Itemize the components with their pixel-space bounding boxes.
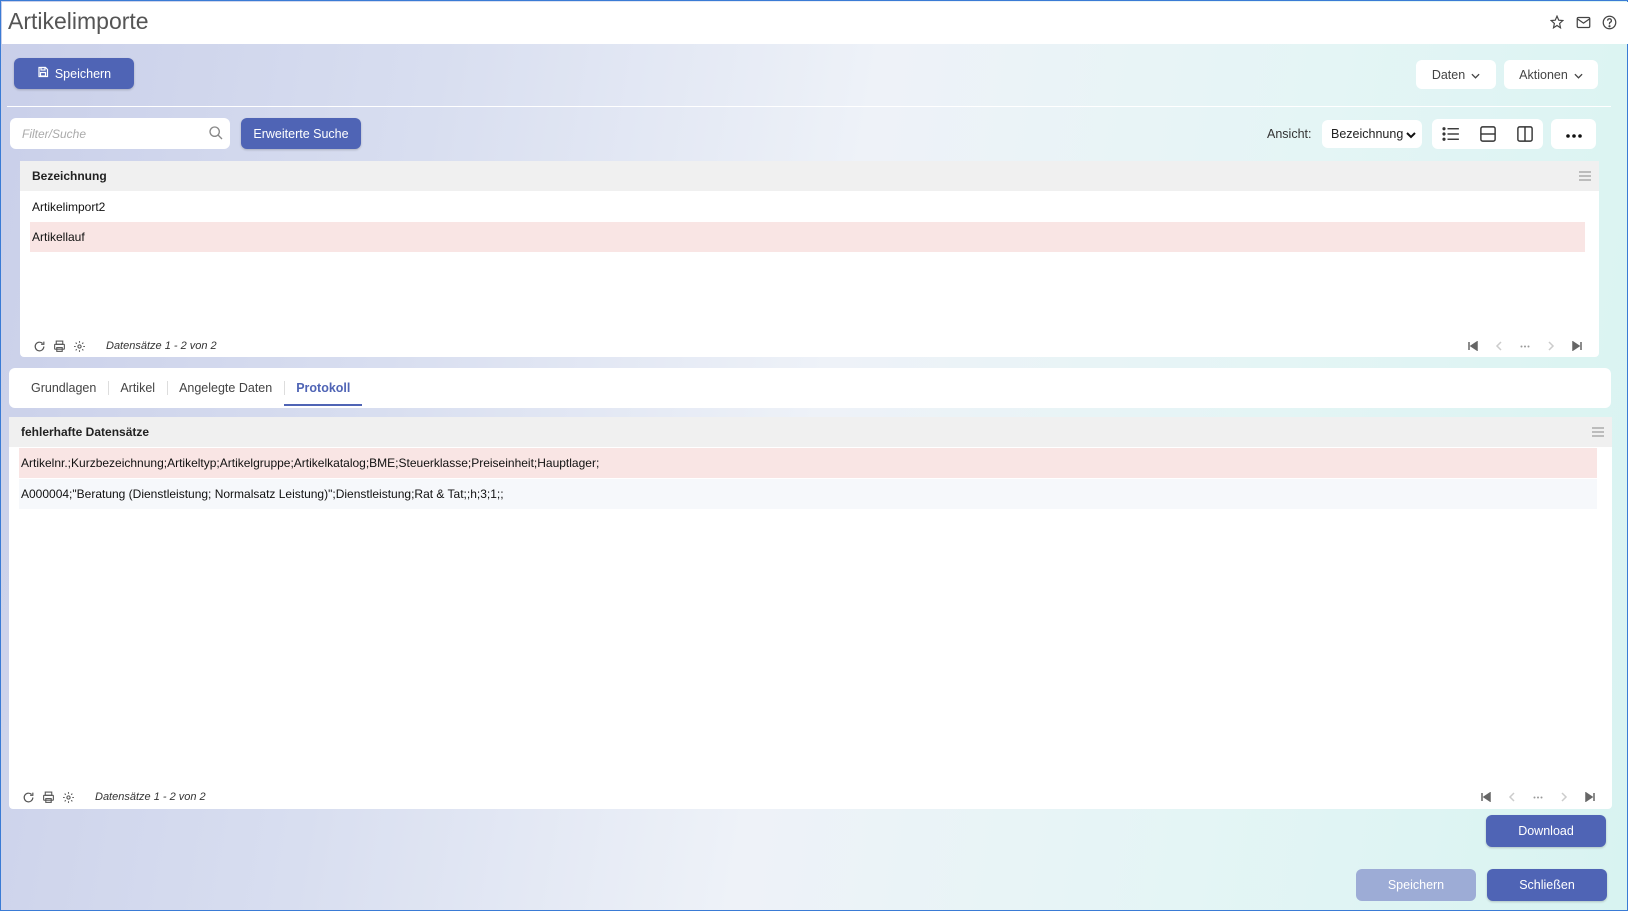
aktionen-label: Aktionen bbox=[1519, 67, 1568, 82]
title-bar: Artikelimporte bbox=[2, 2, 1628, 44]
aktionen-menu-button[interactable]: Aktionen bbox=[1504, 60, 1598, 89]
tab-protokoll[interactable]: Protokoll bbox=[284, 368, 363, 408]
advanced-search-button[interactable]: Erweiterte Suche bbox=[241, 118, 361, 149]
last-page-icon[interactable] bbox=[1584, 791, 1596, 803]
detail-tabs: Grundlagen Artikel Angelegte Daten Proto… bbox=[9, 368, 1611, 408]
error-row-text: A000004;"Beratung (Dienstleistung; Norma… bbox=[21, 487, 504, 501]
more-options-button[interactable] bbox=[1551, 119, 1596, 149]
first-page-icon[interactable] bbox=[1480, 791, 1492, 803]
app-window: Artikelimporte Speichern Daten Aktionen bbox=[0, 0, 1628, 911]
help-icon[interactable] bbox=[1600, 13, 1618, 31]
list-item[interactable]: Artikelimport2 bbox=[30, 192, 1585, 222]
error-header: fehlerhafte Datensätze bbox=[9, 417, 1612, 447]
view-select[interactable]: Bezeichnung bbox=[1322, 120, 1422, 148]
search-icon[interactable] bbox=[208, 125, 224, 144]
print-icon[interactable] bbox=[41, 790, 55, 804]
split-horizontal-icon[interactable] bbox=[1469, 119, 1506, 149]
page-title: Artikelimporte bbox=[8, 8, 149, 34]
download-button[interactable]: Download bbox=[1486, 815, 1606, 847]
chevron-down-icon bbox=[1471, 68, 1480, 82]
view-mode-group bbox=[1432, 119, 1543, 149]
record-count: Datensätze 1 - 2 von 2 bbox=[95, 791, 206, 803]
chevron-down-icon bbox=[1574, 68, 1583, 82]
list-item-selected[interactable]: Artikellauf bbox=[30, 222, 1585, 252]
first-page-icon[interactable] bbox=[1467, 340, 1479, 352]
refresh-icon[interactable] bbox=[21, 790, 35, 804]
list-view-icon[interactable] bbox=[1432, 119, 1469, 149]
last-page-icon[interactable] bbox=[1571, 340, 1583, 352]
save-button[interactable]: Speichern bbox=[14, 58, 134, 89]
list-item-label: Artikelimport2 bbox=[32, 200, 106, 214]
download-label: Download bbox=[1518, 824, 1574, 838]
next-page-icon[interactable] bbox=[1545, 340, 1557, 352]
column-menu-icon[interactable] bbox=[1579, 170, 1591, 184]
split-vertical-icon[interactable] bbox=[1506, 119, 1543, 149]
prev-page-icon[interactable] bbox=[1506, 791, 1518, 803]
error-row-text: Artikelnr.;Kurzbezeichnung;Artikeltyp;Ar… bbox=[21, 456, 600, 470]
search-input[interactable] bbox=[22, 126, 202, 141]
error-footer: Datensätze 1 - 2 von 2 bbox=[9, 785, 1612, 809]
view-select-value: Bezeichnung bbox=[1331, 127, 1404, 141]
tab-grundlagen[interactable]: Grundlagen bbox=[19, 368, 108, 408]
page-ellipsis-icon bbox=[1532, 791, 1544, 803]
error-records-panel: fehlerhafte Datensätze Artikelnr.;Kurzbe… bbox=[9, 417, 1612, 809]
pager bbox=[1480, 791, 1596, 803]
save-icon bbox=[37, 66, 49, 81]
save-button-disabled: Speichern bbox=[1356, 869, 1476, 901]
more-icon bbox=[1565, 127, 1582, 141]
close-label: Schließen bbox=[1519, 878, 1575, 892]
print-icon[interactable] bbox=[52, 339, 66, 353]
error-row-selected[interactable]: Artikelnr.;Kurzbezeichnung;Artikeltyp;Ar… bbox=[19, 448, 1597, 478]
mail-icon[interactable] bbox=[1574, 13, 1592, 31]
close-button[interactable]: Schließen bbox=[1487, 869, 1607, 901]
settings-icon[interactable] bbox=[72, 339, 86, 353]
tab-artikel[interactable]: Artikel bbox=[108, 368, 167, 408]
chevron-down-icon bbox=[1406, 128, 1416, 142]
settings-icon[interactable] bbox=[61, 790, 75, 804]
save-label: Speichern bbox=[1387, 878, 1445, 892]
pager bbox=[1467, 340, 1583, 352]
star-icon[interactable] bbox=[1548, 13, 1566, 31]
view-label: Ansicht: bbox=[1267, 127, 1312, 141]
error-header-title: fehlerhafte Datensätze bbox=[21, 425, 150, 439]
daten-menu-button[interactable]: Daten bbox=[1416, 60, 1496, 89]
next-page-icon[interactable] bbox=[1558, 791, 1570, 803]
list-header: Bezeichnung bbox=[20, 161, 1599, 191]
record-count: Datensätze 1 - 2 von 2 bbox=[106, 340, 217, 352]
list-item-label: Artikellauf bbox=[32, 230, 85, 244]
import-list-panel: Bezeichnung Artikelimport2 Artikellauf D… bbox=[20, 161, 1599, 357]
daten-label: Daten bbox=[1431, 67, 1466, 82]
toolbar-divider bbox=[7, 106, 1611, 107]
tab-angelegte-daten[interactable]: Angelegte Daten bbox=[167, 368, 284, 408]
error-row[interactable]: A000004;"Beratung (Dienstleistung; Norma… bbox=[19, 479, 1597, 509]
search-box bbox=[10, 118, 230, 149]
refresh-icon[interactable] bbox=[32, 339, 46, 353]
advanced-search-label: Erweiterte Suche bbox=[253, 126, 349, 141]
list-footer: Datensätze 1 - 2 von 2 bbox=[20, 334, 1599, 358]
column-header-bezeichnung[interactable]: Bezeichnung bbox=[32, 169, 107, 183]
save-button-label: Speichern bbox=[54, 66, 112, 81]
column-menu-icon[interactable] bbox=[1592, 426, 1604, 440]
page-ellipsis-icon bbox=[1519, 340, 1531, 352]
prev-page-icon[interactable] bbox=[1493, 340, 1505, 352]
